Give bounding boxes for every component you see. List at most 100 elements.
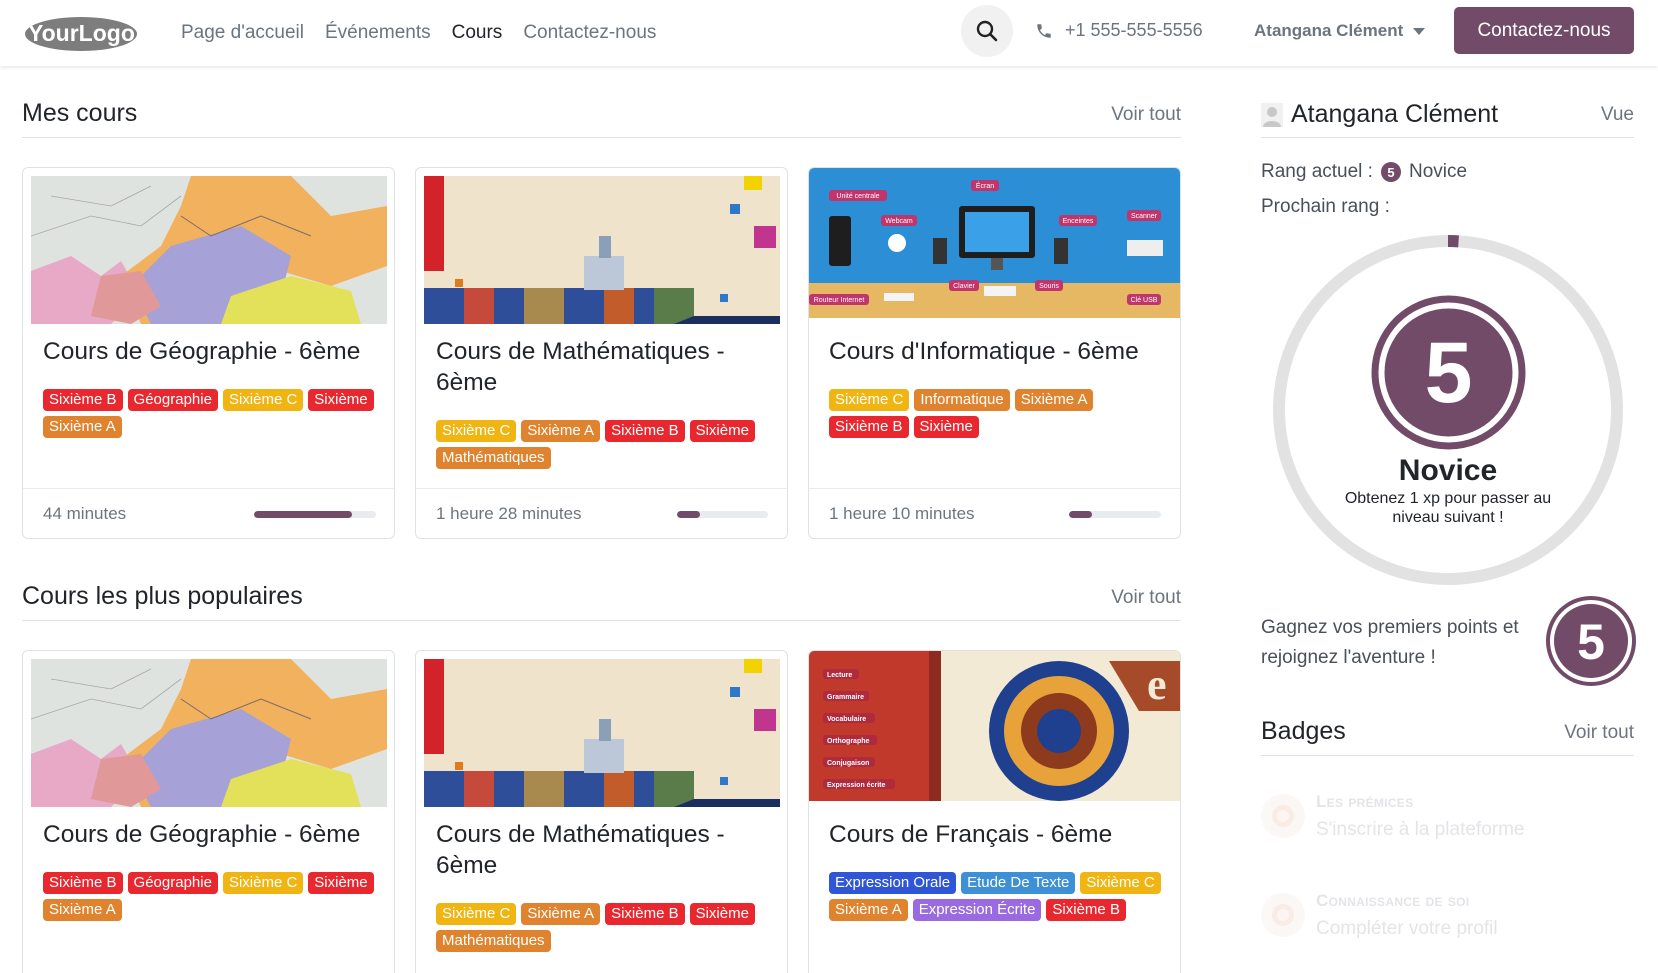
nav-link-courses[interactable]: Cours <box>452 22 503 44</box>
tag[interactable]: Sixième B <box>605 903 685 925</box>
course-image-map <box>31 659 387 807</box>
image-label: Enceintes <box>1063 218 1094 225</box>
popular-courses-title: Cours les plus populaires <box>22 582 303 610</box>
profile-view-link[interactable]: Vue <box>1601 104 1634 126</box>
search-button[interactable] <box>961 5 1013 57</box>
phone-number[interactable]: +1 555-555-5556 <box>1065 20 1203 41</box>
nav-link-events[interactable]: Événements <box>325 22 431 44</box>
tag[interactable]: Sixième B <box>43 389 123 411</box>
image-label: Clavier <box>953 283 975 290</box>
image-label: Scanner <box>1131 213 1158 220</box>
course-footer: 1 heure 10 minutes <box>809 488 1180 538</box>
next-rank-row: Prochain rang : <box>1261 196 1390 218</box>
tag[interactable]: Sixième A <box>43 416 122 438</box>
tag[interactable]: Sixième A <box>1014 389 1094 411</box>
popular-card-math[interactable]: Cours de Mathématiques - 6ème Sixième C … <box>415 650 788 973</box>
popular-card-geography[interactable]: Cours de Géographie - 6ème Sixième B Géo… <box>22 650 395 973</box>
popular-card-french[interactable]: e Lecture Grammaire Vocabulaire Orthogra… <box>808 650 1181 973</box>
badge-medal-icon <box>1261 794 1305 838</box>
tag[interactable]: Sixième B <box>829 416 909 438</box>
badge-item[interactable]: Connaissance de soi Compléter votre prof… <box>1261 885 1634 945</box>
tag[interactable]: Expression Orale <box>829 872 957 894</box>
tag[interactable]: Géographie <box>127 872 218 894</box>
tag[interactable]: Mathématiques <box>436 930 551 952</box>
badge-item[interactable]: Les prémices S'inscrire à la plateforme <box>1261 786 1634 846</box>
rank-next-hint: Obtenez 1 xp pour passer au niveau suiva… <box>1344 490 1552 526</box>
course-progress-bar <box>677 511 768 518</box>
contact-us-button[interactable]: Contactez-nous <box>1454 7 1634 54</box>
tag[interactable]: Sixième <box>689 903 755 925</box>
tag[interactable]: Sixième B <box>43 872 123 894</box>
tag[interactable]: Sixième <box>689 420 755 442</box>
badge-description: S'inscrire à la plateforme <box>1316 819 1525 840</box>
badge-description: Compléter votre profil <box>1316 918 1498 939</box>
phone-contact[interactable]: +1 555-555-5556 <box>1035 20 1203 41</box>
next-rank-label: Prochain rang : <box>1261 196 1390 217</box>
tag[interactable]: Sixième A <box>521 903 601 925</box>
tag[interactable]: Mathématiques <box>436 447 551 469</box>
tag[interactable]: Sixième C <box>222 389 304 411</box>
tag[interactable]: Sixième B <box>1046 899 1126 921</box>
course-duration: 1 heure 28 minutes <box>436 504 582 523</box>
tag[interactable]: Sixième C <box>222 872 304 894</box>
nav-link-home[interactable]: Page d'accueil <box>181 22 304 44</box>
course-tags: Sixième C Informatique Sixième A Sixième… <box>829 389 1169 438</box>
tag[interactable]: Sixième A <box>829 899 908 921</box>
image-label: Lecture <box>827 672 852 679</box>
course-card-math[interactable]: Cours de Mathématiques - 6ème Sixième C … <box>415 167 788 539</box>
user-menu-dropdown[interactable]: Atangana Clément <box>1254 21 1426 41</box>
tag[interactable]: Géographie <box>127 389 218 411</box>
course-progress-fill <box>677 511 700 518</box>
current-rank-name: Novice <box>1408 161 1468 182</box>
badges-see-all-link[interactable]: Voir tout <box>1564 722 1634 744</box>
course-card-geography[interactable]: Cours de Géographie - 6ème Sixième B Géo… <box>22 167 395 539</box>
badges-header: Badges Voir tout <box>1261 712 1634 756</box>
course-tags: Sixième C Sixième A Sixième B Sixième Ma… <box>436 903 776 952</box>
earn-badge-number: 5 <box>1577 614 1605 670</box>
site-logo[interactable]: YourLogo <box>22 10 140 54</box>
earn-rank-badge: 5 <box>1546 596 1636 686</box>
french-letter: e <box>1147 660 1167 709</box>
tag[interactable]: Sixième A <box>521 420 601 442</box>
badge-medal-icon <box>1261 893 1305 937</box>
course-footer: 44 minutes <box>23 488 394 538</box>
tag[interactable]: Sixième C <box>436 420 517 442</box>
current-rank-row: Rang actuel : 5 Novice <box>1261 161 1467 183</box>
earn-points-text: Gagnez vos premiers points et rejoignez … <box>1261 617 1519 668</box>
rank-name-large: Novice <box>1398 454 1498 487</box>
badge-title: Les prémices <box>1316 792 1414 811</box>
tag[interactable]: Sixième <box>308 872 374 894</box>
rank-badge-large: 5 <box>1371 295 1526 450</box>
profile-name: Atangana Clément <box>1291 100 1499 128</box>
profile-user: Atangana Clément <box>1261 100 1498 129</box>
tag[interactable]: Informatique <box>914 389 1010 411</box>
tag[interactable]: Expression Écrite <box>912 899 1042 921</box>
course-tags: Expression Orale Etude De Texte Sixième … <box>829 872 1169 921</box>
course-duration: 1 heure 10 minutes <box>829 504 975 523</box>
course-card-computing[interactable]: Unité centrale Webcam Écran Enceintes Sc… <box>808 167 1181 539</box>
tag[interactable]: Sixième <box>913 416 979 438</box>
tag[interactable]: Etude De Texte <box>961 872 1076 894</box>
popular-courses-see-all-link[interactable]: Voir tout <box>1111 587 1181 609</box>
rank-badge-number: 5 <box>1425 325 1473 421</box>
tag[interactable]: Sixième A <box>43 899 122 921</box>
my-courses-see-all-link[interactable]: Voir tout <box>1111 104 1181 126</box>
course-progress-bar <box>1069 511 1161 518</box>
tag[interactable]: Sixième C <box>829 389 910 411</box>
tag[interactable]: Sixième <box>308 389 374 411</box>
course-progress-fill <box>1069 511 1092 518</box>
course-progress-bar <box>254 511 376 518</box>
course-image-french: e Lecture Grammaire Vocabulaire Orthogra… <box>809 651 1180 801</box>
tag[interactable]: Sixième C <box>1080 872 1161 894</box>
image-label: Expression écrite <box>827 782 885 789</box>
current-rank-label: Rang actuel : <box>1261 161 1373 182</box>
avatar-icon <box>1261 102 1283 127</box>
top-navbar: YourLogo Page d'accueil Événements Cours… <box>0 0 1658 66</box>
course-image-computer: Unité centrale Webcam Écran Enceintes Sc… <box>809 168 1180 318</box>
nav-link-contact[interactable]: Contactez-nous <box>523 22 656 44</box>
tag[interactable]: Sixième C <box>436 903 517 925</box>
search-icon <box>976 20 998 42</box>
course-image-ship <box>424 659 780 807</box>
course-duration: 44 minutes <box>43 504 127 523</box>
tag[interactable]: Sixième B <box>605 420 685 442</box>
